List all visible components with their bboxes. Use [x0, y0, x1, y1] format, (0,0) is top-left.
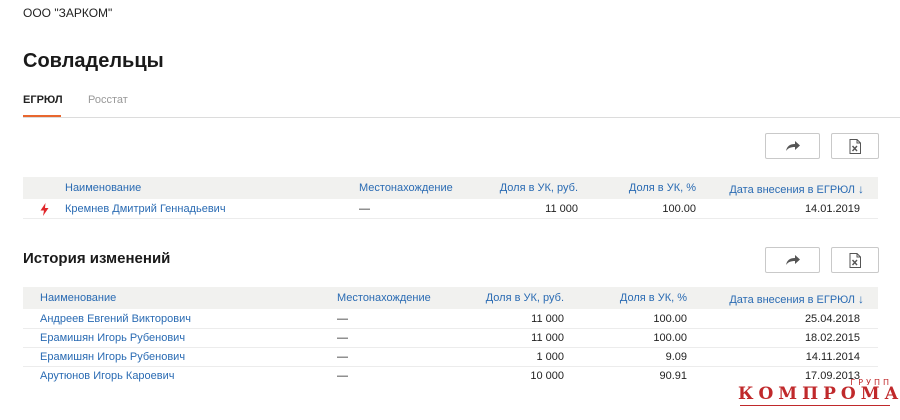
- owner-date: 14.01.2019: [804, 203, 860, 215]
- owner-name-link[interactable]: Кремнев Дмитрий Геннадьевич: [65, 203, 226, 215]
- history-share-rub: 1 000: [536, 351, 564, 363]
- history-table-header: Наименование Местонахождение Доля в УК, …: [23, 287, 878, 309]
- col-name[interactable]: Наименование: [40, 292, 116, 304]
- col-location[interactable]: Местонахождение: [337, 292, 431, 304]
- share-icon: [785, 141, 800, 151]
- history-location: —: [337, 332, 348, 344]
- history-date: 18.02.2015: [804, 332, 860, 344]
- history-name-link[interactable]: Ерамишян Игорь Рубенович: [40, 351, 185, 363]
- table-row: Ерамишян Игорь Рубенович — 1 000 9.09 14…: [23, 348, 878, 367]
- history-title: История изменений: [23, 250, 171, 267]
- page-title: Совладельцы: [23, 50, 164, 72]
- owners-table-header: Наименование Местонахождение Доля в УК, …: [23, 177, 878, 199]
- watermark-main: КОМПРОМАТ: [738, 384, 900, 404]
- col-date-label: Дата внесения в ЕГРЮЛ: [729, 184, 855, 196]
- history-export-excel-button[interactable]: [831, 247, 879, 273]
- col-share-rub[interactable]: Доля в УК, руб.: [486, 292, 564, 304]
- watermark-underline: [740, 405, 890, 406]
- history-date: 25.04.2018: [804, 313, 860, 325]
- history-share-pct: 9.09: [665, 351, 687, 363]
- table-row: Кремнев Дмитрий Геннадьевич — 11 000 100…: [23, 200, 878, 219]
- col-date[interactable]: Дата внесения в ЕГРЮЛ ↓: [729, 182, 864, 196]
- col-share-pct[interactable]: Доля в УК, %: [629, 182, 696, 194]
- table-row: Андреев Евгений Викторович — 11 000 100.…: [23, 310, 878, 329]
- history-name-link[interactable]: Арутюнов Игорь Кароевич: [40, 370, 175, 382]
- col-share-rub[interactable]: Доля в УК, руб.: [500, 182, 578, 194]
- col-date-label: Дата внесения в ЕГРЮЛ: [729, 294, 855, 306]
- source-tabs: ЕГРЮЛ Росстат: [23, 92, 900, 118]
- watermark-logo: ГРУПП КОМПРОМАТ: [738, 378, 900, 414]
- sort-desc-icon: ↓: [858, 182, 864, 196]
- history-share-pct: 100.00: [653, 313, 687, 325]
- excel-icon: [849, 138, 861, 154]
- excel-icon: [849, 252, 861, 268]
- history-share-rub: 11 000: [531, 313, 564, 325]
- owner-share-pct: 100.00: [662, 203, 696, 215]
- history-share-rub: 10 000: [530, 370, 564, 382]
- export-excel-button[interactable]: [831, 133, 879, 159]
- history-name-link[interactable]: Андреев Евгений Викторович: [40, 313, 191, 325]
- lightning-icon: [40, 203, 49, 216]
- share-button[interactable]: [765, 133, 820, 159]
- company-name: ООО "ЗАРКОМ": [23, 6, 113, 20]
- col-date[interactable]: Дата внесения в ЕГРЮЛ ↓: [729, 292, 864, 306]
- history-share-pct: 90.91: [659, 370, 687, 382]
- table-row: Ерамишян Игорь Рубенович — 11 000 100.00…: [23, 329, 878, 348]
- history-share-pct: 100.00: [653, 332, 687, 344]
- history-name-link[interactable]: Ерамишян Игорь Рубенович: [40, 332, 185, 344]
- row-divider: [23, 218, 878, 219]
- history-location: —: [337, 370, 348, 382]
- sort-desc-icon: ↓: [858, 292, 864, 306]
- col-share-pct[interactable]: Доля в УК, %: [620, 292, 687, 304]
- col-name[interactable]: Наименование: [65, 182, 141, 194]
- owner-location: —: [359, 203, 370, 215]
- col-location[interactable]: Местонахождение: [359, 182, 453, 194]
- owner-share-rub: 11 000: [545, 203, 578, 215]
- history-location: —: [337, 313, 348, 325]
- history-share-button[interactable]: [765, 247, 820, 273]
- tab-egrul[interactable]: ЕГРЮЛ: [23, 94, 63, 117]
- share-icon: [785, 255, 800, 265]
- tab-rosstat[interactable]: Росстат: [88, 94, 128, 117]
- history-location: —: [337, 351, 348, 363]
- history-date: 14.11.2014: [805, 351, 860, 363]
- history-share-rub: 11 000: [531, 332, 564, 344]
